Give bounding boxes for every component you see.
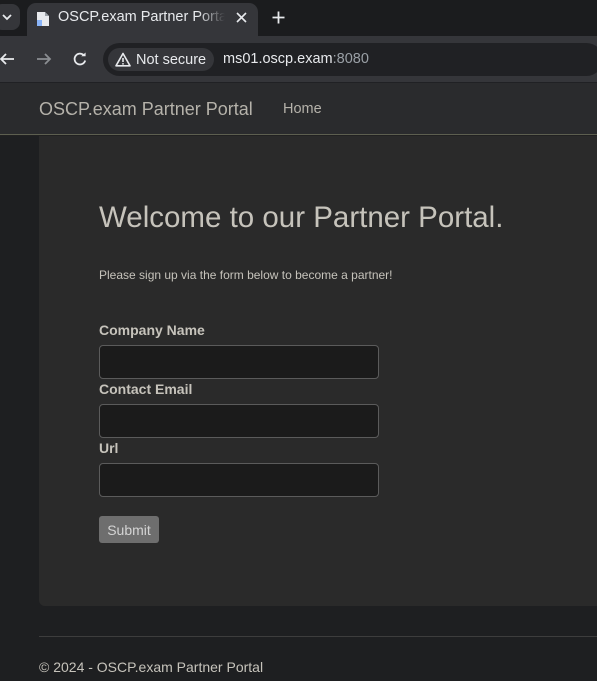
url-label: Url [99, 440, 119, 456]
reload-button[interactable] [70, 49, 90, 69]
url-host: ms01.oscp.exam [223, 51, 333, 67]
plus-icon [272, 11, 284, 23]
tab-title: OSCP.exam Partner Portal [58, 9, 225, 25]
arrow-left-icon [0, 53, 14, 65]
browser-tab-strip: OSCP.exam Partner Portal [0, 0, 597, 36]
security-label: Not secure [136, 51, 207, 68]
new-tab-button[interactable] [268, 6, 288, 28]
arrow-right-icon [37, 53, 52, 65]
browser-toolbar: Not secure ms01.oscp.exam:8080 [0, 36, 597, 83]
browser-tab[interactable]: OSCP.exam Partner Portal [27, 3, 258, 36]
footer-divider [39, 636, 597, 637]
forward-button[interactable] [34, 49, 54, 69]
warning-triangle-icon [115, 52, 131, 67]
submit-button[interactable]: Submit [99, 516, 159, 543]
company-name-input[interactable] [99, 345, 379, 379]
page-title: Welcome to our Partner Portal. [99, 201, 504, 234]
url-input[interactable] [99, 463, 379, 497]
brand-link[interactable]: OSCP.exam Partner Portal [39, 99, 253, 120]
reload-icon [73, 52, 87, 66]
chevron-down-icon [2, 14, 12, 21]
company-name-label: Company Name [99, 322, 205, 338]
tab-close-button[interactable] [232, 8, 250, 26]
site-info-chip[interactable]: Not secure [108, 48, 215, 71]
back-button[interactable] [0, 49, 17, 69]
tab-search-button[interactable] [0, 4, 20, 30]
address-bar[interactable]: Not secure ms01.oscp.exam:8080 [103, 43, 597, 76]
url-port: :8080 [332, 51, 369, 67]
site-navbar: OSCP.exam Partner Portal Home [0, 83, 597, 135]
contact-email-input[interactable] [99, 404, 379, 438]
nav-link-home[interactable]: Home [283, 101, 322, 117]
document-icon [37, 12, 49, 26]
page-subtitle: Please sign up via the form below to bec… [99, 268, 393, 282]
contact-email-label: Contact Email [99, 381, 193, 397]
footer-copyright: © 2024 - OSCP.exam Partner Portal [39, 659, 264, 675]
url-text[interactable]: ms01.oscp.exam:8080 [223, 51, 369, 67]
close-icon [235, 11, 247, 23]
